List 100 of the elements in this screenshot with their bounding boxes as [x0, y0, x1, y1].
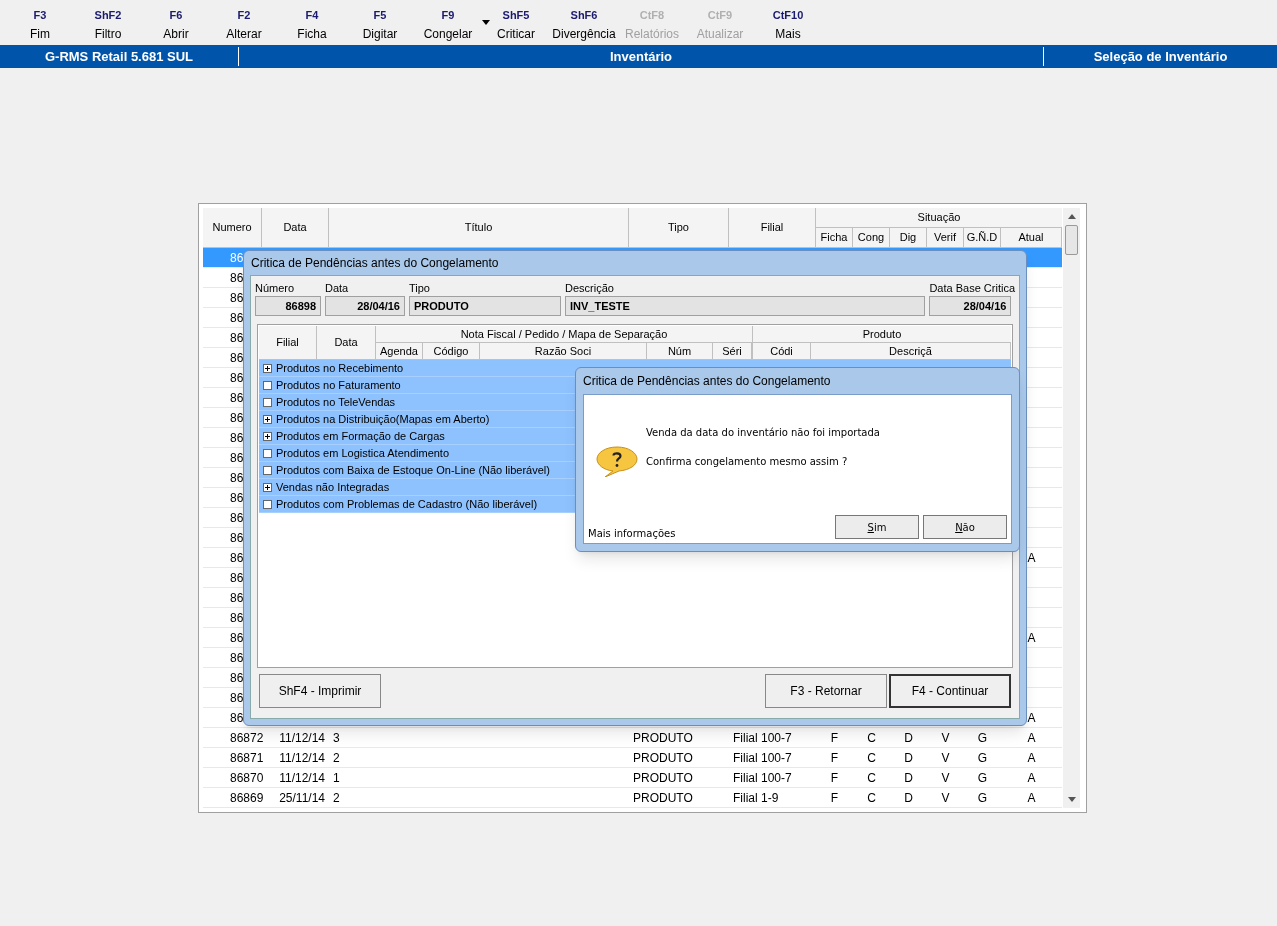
expand-plus-icon[interactable] — [263, 363, 272, 373]
expand-plus-icon[interactable] — [263, 414, 272, 424]
expand-plus-icon[interactable] — [263, 482, 272, 492]
toolbar-button[interactable]: ShF5 Criticar — [497, 6, 535, 44]
more-info-link[interactable]: Mais informações — [588, 526, 676, 541]
table-cell-text: Filial 100-7 — [733, 729, 792, 747]
text-field[interactable]: 86898 — [255, 296, 321, 316]
table-cell-text: 86 — [230, 289, 244, 307]
table-cell-text: 86 — [230, 649, 244, 667]
table-cell-text: 86 — [230, 629, 244, 647]
dialog-button[interactable]: ShF4 - Imprimir — [259, 674, 381, 708]
table-cell-text: 25/11/14 — [279, 789, 325, 807]
dialog-title: Critica de Pendências antes do Congelamento — [251, 255, 499, 272]
pendencia-label: Produtos em Logistica Atendimento — [276, 445, 450, 461]
table-cell-text: 86 — [230, 469, 244, 487]
table-cell-text: G — [977, 789, 988, 807]
toolbar-button[interactable]: F4 Ficha — [297, 6, 327, 44]
table-cell-text: A — [1027, 729, 1036, 747]
table-cell-text: 86 — [230, 549, 244, 567]
pendencia-label: Produtos no TeleVendas — [276, 394, 396, 410]
table-cell-text: PRODUTO — [633, 769, 693, 787]
table-cell-text: 86 — [230, 589, 244, 607]
table-cell-text: 86 — [230, 509, 244, 527]
table-cell-text: 86 — [230, 309, 244, 327]
table-cell-text: A — [1027, 629, 1036, 647]
table-cell-text: A — [1027, 769, 1036, 787]
table-cell-text: 3 — [333, 729, 340, 747]
toolbar-button[interactable]: ShF2 Filtro — [94, 6, 122, 44]
scroll-thumb[interactable] — [1065, 225, 1078, 255]
table-cell-text: D — [904, 769, 913, 787]
table-cell-text: 86872 — [230, 729, 264, 747]
expand-plus-icon[interactable] — [263, 431, 272, 441]
text-field[interactable]: INV_TESTE — [565, 296, 926, 316]
table-cell-text: 86 — [230, 349, 244, 367]
message-button[interactable]: Não — [923, 515, 1007, 539]
toolbar-button[interactable]: F5 Digitar — [362, 6, 398, 44]
table-cell-text: 86 — [230, 569, 244, 587]
table-cell-text: V — [941, 729, 950, 747]
table-cell-text: C — [867, 749, 876, 767]
column-header: Filial — [729, 208, 816, 247]
text-field[interactable]: 28/04/16 — [929, 296, 1012, 316]
column-header: Tipo — [629, 208, 729, 247]
scroll-up-arrow-icon[interactable] — [1067, 214, 1076, 219]
scrollbar[interactable] — [1063, 208, 1080, 808]
message-text: Confirma congelamento mesmo assim ? — [646, 455, 849, 469]
column-header: Atual — [1001, 227, 1062, 247]
table-cell-text: 86 — [230, 449, 244, 467]
column-header: Séri — [713, 343, 752, 359]
pendencia-label: Produtos em Formação de Cargas — [276, 428, 445, 444]
toolbar-button[interactable]: CtF10 Mais — [772, 6, 804, 44]
dialog-button[interactable]: F3 - Retornar — [765, 674, 887, 708]
table-cell-text: PRODUTO — [633, 729, 693, 747]
column-header: Data — [262, 208, 329, 247]
column-group-header: Nota Fiscal / Pedido / Mapa de Separação — [376, 326, 752, 343]
pendencia-label: Vendas não Integradas — [276, 479, 390, 495]
pendencia-label: Produtos com Problemas de Cadastro (Não liberável) — [276, 496, 538, 512]
table-cell-text: A — [1027, 549, 1036, 567]
table-cell-text: Filial 100-7 — [733, 769, 792, 787]
column-group-header: Produto — [753, 326, 1011, 343]
toolbar-button[interactable]: F6 Abrir — [163, 6, 189, 44]
app-name: G-RMS Retail 5.681 SUL — [0, 46, 239, 67]
table-cell-text: F — [830, 769, 839, 787]
table-cell-text: 11/12/14 — [279, 729, 325, 747]
column-header: Núm — [647, 343, 713, 359]
table-cell-text: A — [1027, 709, 1036, 727]
column-header: Título — [329, 208, 629, 247]
column-header: Códi — [753, 343, 811, 359]
table-cell-text: A — [1027, 789, 1036, 807]
table-cell-text: V — [941, 749, 950, 767]
table-cell-text: 86 — [230, 669, 244, 687]
field-label: Tipo — [409, 281, 431, 296]
table-cell-text: PRODUTO — [633, 749, 693, 767]
table-cell-text: C — [867, 729, 876, 747]
message-button[interactable]: Sim — [835, 515, 919, 539]
table-cell-text: 86 — [230, 689, 244, 707]
table-cell-text: 86 — [230, 389, 244, 407]
column-header: Razão Soci — [480, 343, 647, 359]
dialog-button[interactable]: F4 - Continuar — [889, 674, 1011, 708]
table-cell-text: Filial 1-9 — [733, 789, 779, 807]
toolbar-button[interactable]: F3 Fim — [30, 6, 50, 44]
table-cell-text: G — [977, 749, 988, 767]
table-cell-text: 86 — [230, 609, 244, 627]
field-label: Data Base Critica — [929, 281, 1015, 296]
text-field[interactable]: 28/04/16 — [325, 296, 405, 316]
field-label: Data — [325, 281, 350, 296]
column-header: Descriçã — [811, 343, 1011, 359]
text-field[interactable]: PRODUTO — [409, 296, 561, 316]
message-text: Venda da data do inventário não foi importada — [646, 426, 880, 440]
table-cell-text: 2 — [333, 789, 340, 807]
table-cell-text: 86871 — [230, 749, 264, 767]
field-label: Número — [255, 281, 296, 296]
toolbar-button[interactable]: ShF6 Divergência — [552, 6, 616, 44]
table-cell-text: 86 — [230, 489, 244, 507]
scroll-down-arrow-icon[interactable] — [1067, 797, 1076, 802]
toolbar-button[interactable]: F2 Alterar — [226, 6, 262, 44]
dropdown-caret-icon[interactable] — [482, 20, 490, 25]
table-cell-text: PRODUTO — [633, 789, 693, 807]
table-cell-text: Filial 100-7 — [733, 749, 792, 767]
toolbar-button[interactable]: F9 Congelar — [423, 6, 473, 44]
table-cell-text: 86 — [230, 369, 244, 387]
